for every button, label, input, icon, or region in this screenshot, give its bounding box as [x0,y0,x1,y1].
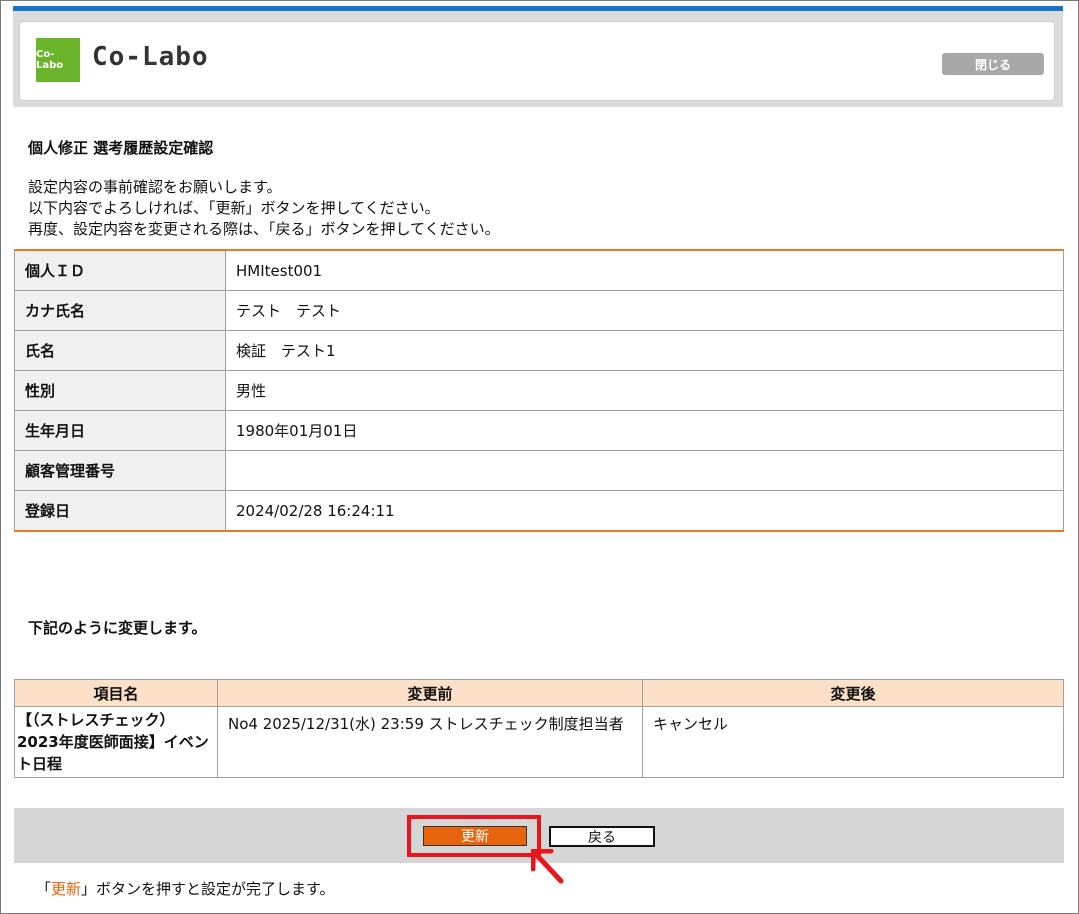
info-value: 男性 [225,370,1064,411]
info-label: カナ氏名 [14,290,226,331]
changes-header-row: 項目名 変更前 変更後 [14,679,1064,707]
changes-table: 項目名 変更前 変更後 【（ストレスチェック）2023年度医師面接】イベント日程… [14,679,1064,778]
info-value: 2024/02/28 16:24:11 [225,490,1064,532]
intro-line: 以下内容でよろしければ、「更新」ボタンを押してください。 [28,199,440,217]
info-row: 氏名 検証 テスト1 [14,330,1064,371]
info-row: 登録日 2024/02/28 16:24:11 [14,490,1064,532]
personal-info-table: 個人ＩＤ HMItest001 カナ氏名 テスト テスト 氏名 検証 テスト1 … [14,249,1064,532]
info-value: テスト テスト [225,290,1064,331]
header: Co-Labo Co-Labo 閉じる [13,6,1063,107]
pointer-arrow-icon [531,849,564,884]
change-item-name: 【（ストレスチェック）2023年度医師面接】イベント日程 [14,706,218,778]
intro-text: 設定内容の事前確認をお願いします。 以下内容でよろしければ、「更新」ボタンを押し… [28,177,500,240]
change-after-value: キャンセル [642,706,1064,778]
info-label: 氏名 [14,330,226,371]
info-value [225,450,1064,491]
info-value: HMItest001 [225,249,1064,291]
intro-line: 再度、設定内容を変更される際は、「戻る」ボタンを押してください。 [28,220,500,238]
column-header-item: 項目名 [14,679,218,707]
back-button[interactable]: 戻る [549,826,655,847]
logo-badge: Co-Labo [36,38,80,82]
page-frame: Co-Labo Co-Labo 閉じる 個人修正 選考履歴設定確認 設定内容の事… [0,0,1079,914]
column-header-after: 変更後 [642,679,1064,707]
info-row: 顧客管理番号 [14,450,1064,491]
table-row: 【（ストレスチェック）2023年度医師面接】イベント日程 No4 2025/12… [14,706,1064,778]
info-label: 顧客管理番号 [14,450,226,491]
column-header-before: 変更前 [217,679,643,707]
close-button[interactable]: 閉じる [942,53,1044,75]
info-row: 生年月日 1980年01月01日 [14,410,1064,451]
info-value: 1980年01月01日 [225,410,1064,451]
footer-accent-word: 更新 [51,880,82,898]
change-before-value: No4 2025/12/31(水) 23:59 ストレスチェック制度担当者 [217,706,643,778]
footer-bracket-open: 「 [36,880,52,898]
info-label: 性別 [14,370,226,411]
intro-line: 設定内容の事前確認をお願いします。 [28,178,282,196]
logo-text: Co-Labo [92,42,209,72]
info-row: 性別 男性 [14,370,1064,411]
info-label: 登録日 [14,490,226,532]
info-row: カナ氏名 テスト テスト [14,290,1064,331]
footer-note: 「更新」ボタンを押すと設定が完了します。 [36,878,335,899]
changes-title: 下記のように変更します。 [28,619,207,637]
header-panel: Co-Labo Co-Labo 閉じる [19,21,1055,101]
info-label: 個人ＩＤ [14,249,226,291]
footer-rest: 」ボタンを押すと設定が完了します。 [81,880,335,898]
info-label: 生年月日 [14,410,226,451]
info-value: 検証 テスト1 [225,330,1064,371]
update-button[interactable]: 更新 [423,826,527,846]
page-title: 個人修正 選考履歴設定確認 [28,139,214,157]
info-row: 個人ＩＤ HMItest001 [14,249,1064,291]
